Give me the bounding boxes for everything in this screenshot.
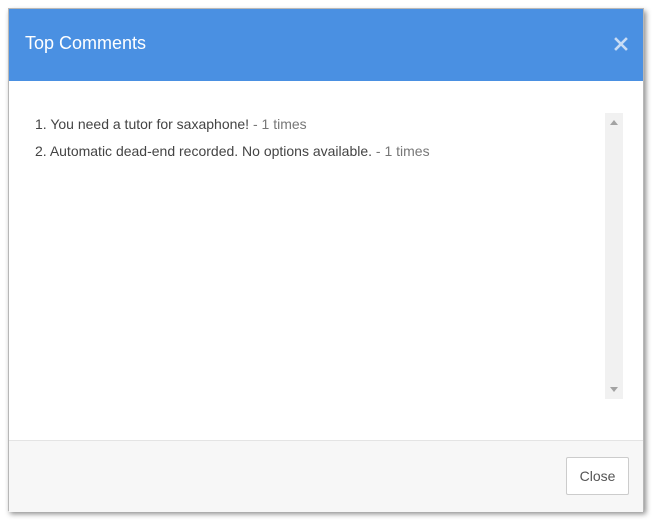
list-item: 1. You need a tutor for saxaphone! - 1 t… [35,114,595,141]
comment-count: - 1 times [252,116,307,132]
scroll-up-arrow-icon[interactable] [610,120,618,125]
close-button[interactable]: Close [566,457,629,495]
dialog-footer: Close [9,440,643,512]
comment-number: 2. [35,143,47,159]
dialog-body: 1. You need a tutor for saxaphone! - 1 t… [9,81,643,440]
comment-count: - 1 times [375,143,430,159]
list-item: 2. Automatic dead-end recorded. No optio… [35,141,595,168]
dialog-title: Top Comments [25,33,147,53]
scrollbar[interactable] [605,113,623,399]
scroll-down-arrow-icon[interactable] [610,387,618,392]
dialog-header: Top Comments [9,9,643,81]
comment-text: You need a tutor for saxaphone! [50,116,250,132]
comment-list: 1. You need a tutor for saxaphone! - 1 t… [35,114,595,168]
top-comments-dialog: Top Comments 1. You need a tutor for sax… [8,8,644,512]
comment-number: 1. [35,116,47,132]
close-icon[interactable] [613,36,629,52]
comment-text: Automatic dead-end recorded. No options … [49,143,373,159]
